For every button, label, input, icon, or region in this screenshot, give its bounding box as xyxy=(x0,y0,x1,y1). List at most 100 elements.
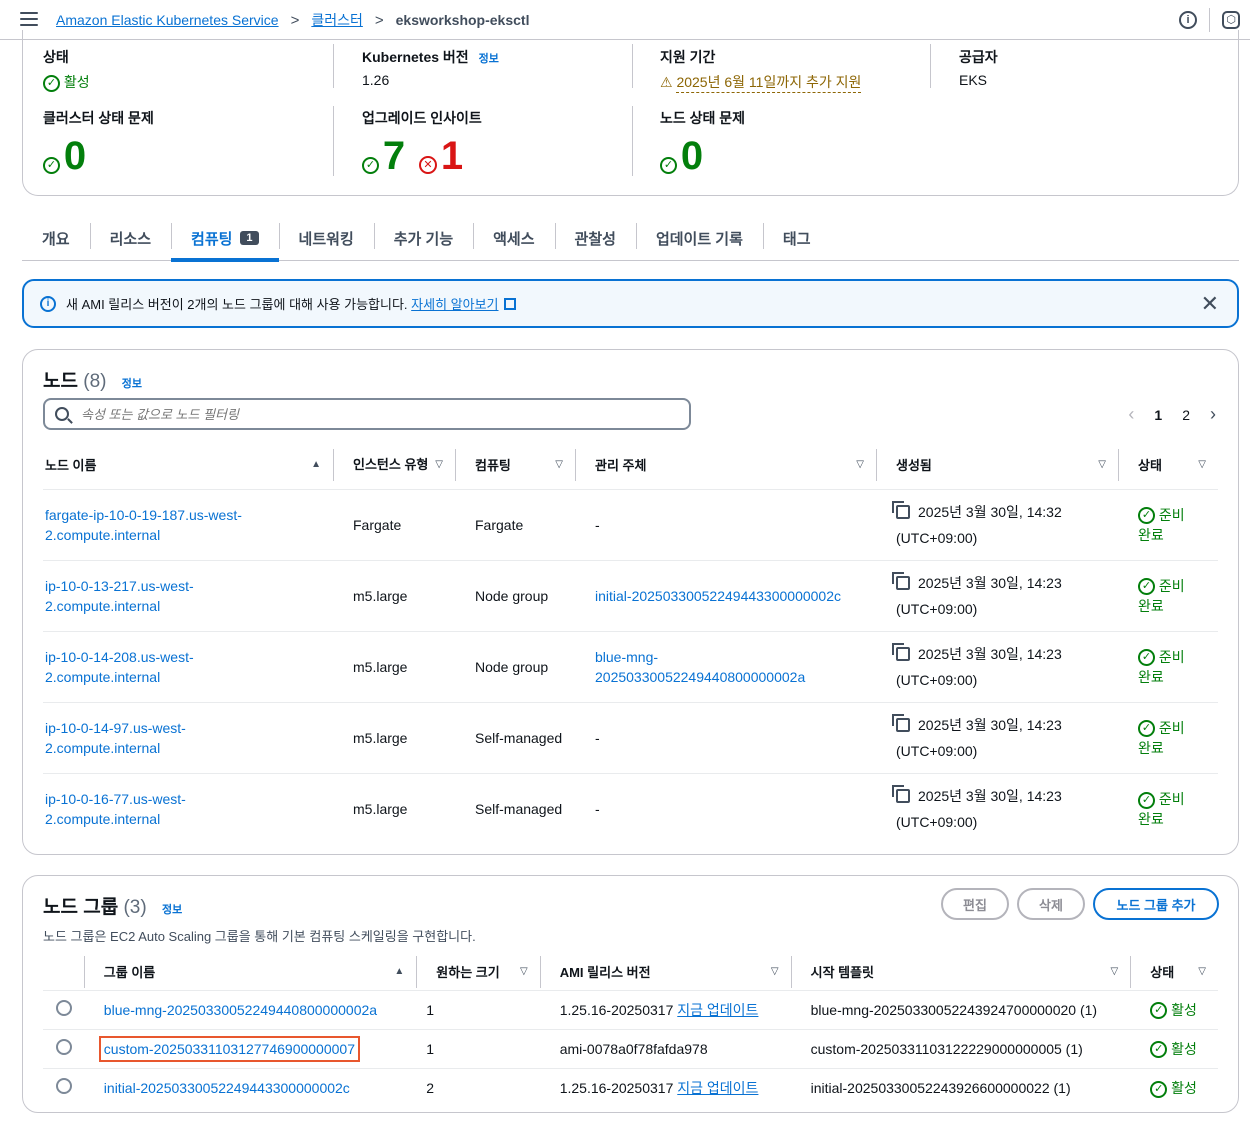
col-ami-version[interactable]: AMI 릴리스 버전 xyxy=(560,962,651,981)
nodegroups-title: 노드 그룹 xyxy=(43,897,119,918)
row-select-radio[interactable] xyxy=(56,1000,72,1016)
breadcrumb-eks-link[interactable]: Amazon Elastic Kubernetes Service xyxy=(56,12,279,28)
ami-version: 1.25.16-20250317 xyxy=(559,1079,674,1096)
upgrade-error-count[interactable]: 1 xyxy=(441,134,463,178)
node-name-link[interactable]: ip-10-0-13-217.us-west- 2.compute.interna… xyxy=(45,578,194,614)
sort-ascending-icon[interactable]: ▲ xyxy=(311,459,321,470)
cluster-health-value[interactable]: 0 xyxy=(64,134,86,178)
tab-networking[interactable]: 네트워킹 xyxy=(278,215,374,261)
close-icon[interactable]: ✕ xyxy=(1201,291,1219,317)
check-circle-icon: ✓ xyxy=(43,74,60,92)
copy-icon[interactable] xyxy=(892,500,910,519)
col-instance-type[interactable]: 인스턴스 유형 xyxy=(353,456,428,473)
provider-value: EKS xyxy=(959,72,988,88)
managed-by-link[interactable]: blue-mng- 20250330052249440800000002a xyxy=(595,649,805,685)
error-circle-icon: ✕ xyxy=(419,156,438,175)
sort-icon[interactable]: ▽ xyxy=(771,966,779,977)
add-nodegroup-button[interactable]: 노드 그룹 추가 xyxy=(1093,888,1219,920)
instance-type: m5.large xyxy=(333,630,455,702)
page-1[interactable]: 1 xyxy=(1154,407,1162,423)
col-compute[interactable]: 컴퓨팅 xyxy=(475,455,511,474)
nodegroup-name-link[interactable]: initial-20250330052249443300000002c xyxy=(104,1080,350,1096)
created-tz: (UTC+09:00) xyxy=(896,529,978,546)
node-name-link[interactable]: fargate-ip-10-0-19-187.us-west- 2.compute… xyxy=(45,507,242,543)
sort-ascending-icon[interactable]: ▲ xyxy=(394,966,404,977)
col-desired-size[interactable]: 원하는 크기 xyxy=(436,962,499,981)
copy-icon[interactable] xyxy=(892,642,910,661)
info-icon: i xyxy=(40,295,56,312)
update-now-link[interactable]: 지금 업데이트 xyxy=(677,1080,758,1096)
node-name-link[interactable]: ip-10-0-14-97.us-west- 2.compute.internal xyxy=(45,720,186,756)
row-select-radio[interactable] xyxy=(56,1078,72,1095)
tab-update-history[interactable]: 업데이트 기록 xyxy=(635,215,763,261)
page-2[interactable]: 2 xyxy=(1182,407,1190,423)
sort-icon[interactable]: ▽ xyxy=(1198,966,1206,977)
chevron-left-icon[interactable]: ‹ xyxy=(1128,404,1134,425)
support-period-value[interactable]: 2025년 6월 11일까지 추가 지원 xyxy=(676,74,862,93)
check-circle-icon: ✓ xyxy=(1138,649,1155,667)
check-circle-icon: ✓ xyxy=(1150,1041,1168,1059)
col-status[interactable]: 상태 xyxy=(1138,455,1162,474)
sort-icon[interactable]: ▽ xyxy=(435,459,443,470)
nodes-info-link[interactable]: 정보 xyxy=(122,378,142,390)
update-now-link[interactable]: 지금 업데이트 xyxy=(677,1002,758,1018)
menu-icon[interactable] xyxy=(20,12,38,26)
status-label: 상태 xyxy=(43,49,69,65)
created-tz: (UTC+09:00) xyxy=(896,600,978,617)
compute-type: Node group xyxy=(455,559,575,631)
copy-icon[interactable] xyxy=(892,571,910,590)
chevron-right-icon[interactable]: › xyxy=(1210,404,1216,425)
created-date: 2025년 3월 30일, 14:23 xyxy=(918,574,1062,591)
col-group-name[interactable]: 그룹 이름 xyxy=(104,962,155,981)
nodegroup-name-link[interactable]: blue-mng-20250330052249440800000002a xyxy=(104,1002,377,1018)
nodegroup-name-link[interactable]: custom-20250331103127746900000007 xyxy=(98,1035,360,1062)
tab-compute[interactable]: 컴퓨팅 1 xyxy=(171,215,279,262)
k8s-info-link[interactable]: 정보 xyxy=(479,53,499,65)
nodes-count: (8) xyxy=(83,371,107,392)
node-health-value[interactable]: 0 xyxy=(681,134,703,178)
col-created[interactable]: 생성됨 xyxy=(896,455,932,474)
managed-by-link[interactable]: initial-20250330052249443300000002c xyxy=(595,588,841,604)
copy-icon[interactable] xyxy=(892,784,910,803)
nodegroups-info-link[interactable]: 정보 xyxy=(162,904,182,916)
col-node-name[interactable]: 노드 이름 xyxy=(45,455,96,474)
check-circle-icon: ✓ xyxy=(1138,507,1155,525)
tab-overview[interactable]: 개요 xyxy=(22,215,90,261)
node-name-link[interactable]: ip-10-0-16-77.us-west- 2.compute.internal xyxy=(45,791,186,827)
copy-icon[interactable] xyxy=(892,713,910,732)
node-filter-input[interactable] xyxy=(81,406,641,422)
search-icon xyxy=(55,407,69,421)
learn-more-link[interactable]: 자세히 알아보기 xyxy=(411,294,498,313)
edit-button[interactable]: 편집 xyxy=(941,888,1009,920)
sort-icon[interactable]: ▽ xyxy=(1098,459,1106,470)
upgrade-ok-count[interactable]: 7 xyxy=(383,134,405,178)
breadcrumb-current: eksworkshop-eksctl xyxy=(395,12,530,28)
col-launch-template[interactable]: 시작 템플릿 xyxy=(811,962,874,981)
sort-icon[interactable]: ▽ xyxy=(1111,966,1119,977)
sort-icon[interactable]: ▽ xyxy=(555,459,563,470)
launch-template: initial-20250330052243926600000022 (1) xyxy=(790,1067,1131,1107)
tab-resources[interactable]: 리소스 xyxy=(89,215,171,261)
created-tz: (UTC+09:00) xyxy=(896,742,978,759)
sort-icon[interactable]: ▽ xyxy=(520,966,528,977)
row-select-radio[interactable] xyxy=(56,1039,72,1055)
nodegroups-panel: 노드 그룹 (3) 정보 노드 그룹은 EC2 Auto Scaling 그룹을… xyxy=(22,875,1239,1113)
tab-tags[interactable]: 태그 xyxy=(762,215,831,261)
node-filter-search[interactable] xyxy=(43,398,691,430)
col-managed-by[interactable]: 관리 주체 xyxy=(595,455,646,474)
settings-icon[interactable]: ⬡ xyxy=(1222,11,1240,29)
breadcrumb-clusters-link[interactable]: 클러스터 xyxy=(311,10,363,30)
tab-observability[interactable]: 관찰성 xyxy=(554,215,636,261)
col-ng-status[interactable]: 상태 xyxy=(1150,962,1174,981)
tab-access[interactable]: 액세스 xyxy=(473,215,554,261)
cluster-tabs: 개요 리소스 컴퓨팅 1 네트워킹 추가 기능 액세스 관찰성 업데이트 기록 태… xyxy=(22,215,1239,262)
created-tz: (UTC+09:00) xyxy=(896,671,978,688)
node-name-link[interactable]: ip-10-0-14-208.us-west- 2.compute.interna… xyxy=(45,649,194,685)
sort-icon[interactable]: ▽ xyxy=(1198,459,1206,470)
info-icon[interactable]: i xyxy=(1179,11,1197,29)
delete-button[interactable]: 삭제 xyxy=(1017,888,1085,920)
node-status: 준비 xyxy=(1158,719,1185,736)
sort-icon[interactable]: ▽ xyxy=(856,459,864,470)
tab-addons[interactable]: 추가 기능 xyxy=(373,215,473,261)
instance-type: m5.large xyxy=(333,559,455,631)
